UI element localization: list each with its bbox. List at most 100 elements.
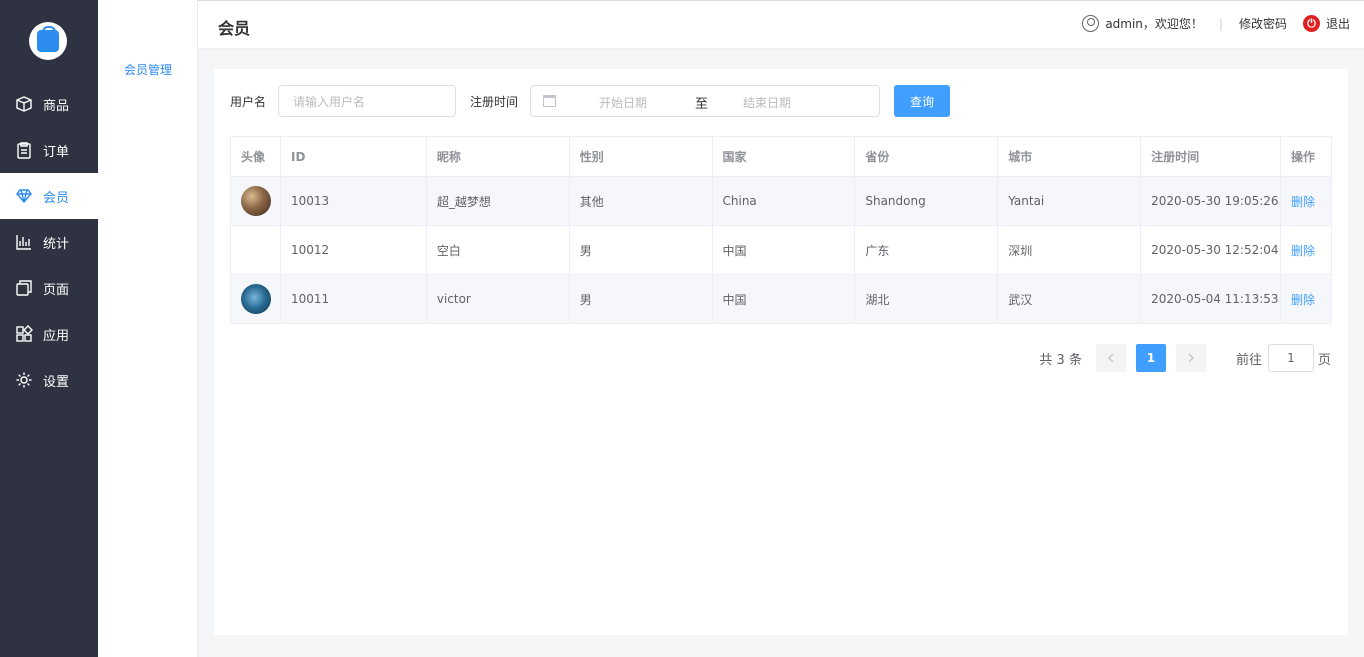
delete-link[interactable]: 删除: [1291, 195, 1315, 209]
country-cell: 中国: [711, 274, 856, 324]
goto-page-input[interactable]: 1: [1267, 344, 1314, 372]
column-header-action: 操作: [1279, 136, 1333, 177]
total-count: 共 3 条: [1039, 352, 1082, 368]
action-cell: 删除: [1279, 274, 1333, 324]
main-sidebar: 商品 订单 会员 统计 页面 应用 设置: [0, 0, 98, 657]
country-cell: 中国: [711, 225, 856, 275]
top-header: 会员 admin，欢迎您！ | 修改密码 ⏻ 退出: [198, 0, 1364, 49]
box-icon: [15, 95, 33, 113]
table-row: 10013 超_越梦想 其他 China Shandong Yantai 202…: [230, 176, 1333, 226]
chevron-left-icon: [1107, 353, 1114, 363]
column-header-nickname: 昵称: [425, 136, 570, 177]
delete-link[interactable]: 删除: [1291, 244, 1315, 258]
header-actions: admin，欢迎您！ | 修改密码 ⏻ 退出: [1082, 15, 1350, 32]
gender-cell: 男: [568, 274, 713, 324]
sidebar-item-label: 会员: [43, 190, 70, 206]
sidebar-item-members[interactable]: 会员: [0, 173, 98, 219]
id-cell: 10011: [279, 274, 427, 324]
country-cell: China: [711, 176, 856, 226]
range-separator: 至: [695, 97, 709, 112]
gender-cell: 其他: [568, 176, 713, 226]
column-header-city: 城市: [997, 136, 1142, 177]
diamond-icon: [15, 187, 33, 205]
pages-icon: [15, 279, 33, 297]
nickname-cell: 超_越梦想: [425, 176, 570, 226]
apps-grid-icon: [15, 325, 33, 343]
app-logo[interactable]: [29, 22, 67, 60]
nickname-cell: victor: [425, 274, 570, 324]
date-range-picker[interactable]: 开始日期 至 结束日期: [530, 85, 881, 117]
avatar-cell: [230, 274, 281, 324]
query-button[interactable]: 查询: [894, 85, 951, 117]
change-password-link[interactable]: 修改密码: [1239, 15, 1287, 32]
action-cell: 删除: [1279, 225, 1333, 275]
sidebar-item-stats[interactable]: 统计: [0, 219, 98, 265]
welcome-text: admin，欢迎您！: [1105, 17, 1203, 31]
username-placeholder: 请输入用户名: [293, 94, 366, 109]
sidebar-item-products[interactable]: 商品: [0, 81, 98, 127]
province-cell: 广东: [854, 225, 999, 275]
avatar: [241, 284, 271, 314]
table-header-row: 头像 ID 昵称 性别 国家 省份 城市 注册时间 操作: [230, 136, 1333, 177]
secondary-sidebar: 会员管理: [98, 0, 198, 657]
header-divider: |: [1218, 16, 1223, 31]
goto-label: 前往: [1235, 352, 1262, 368]
regtime-cell: 2020-05-30 12:52:04: [1140, 225, 1281, 275]
table-row: 10011 victor 男 中国 湖北 武汉 2020-05-04 11:13…: [230, 274, 1333, 324]
regtime-cell: 2020-05-04 11:13:53: [1140, 274, 1281, 324]
sidebar-item-label: 页面: [43, 282, 70, 298]
sidebar-item-apps[interactable]: 应用: [0, 311, 98, 357]
main-nav: 商品 订单 会员 统计 页面 应用 设置: [0, 81, 98, 403]
logout-link[interactable]: 退出: [1326, 15, 1350, 32]
members-table: 头像 ID 昵称 性别 国家 省份 城市 注册时间 操作 10013 超_越梦想…: [230, 136, 1333, 324]
city-cell: 深圳: [997, 225, 1142, 275]
sidebar-item-pages[interactable]: 页面: [0, 265, 98, 311]
chevron-right-icon: [1188, 353, 1194, 363]
sidebar-item-label: 应用: [43, 328, 70, 344]
subnav-item-member-management[interactable]: 会员管理: [124, 61, 172, 78]
column-header-avatar: 头像: [230, 136, 281, 177]
start-date-input[interactable]: 开始日期: [599, 94, 647, 111]
sidebar-item-orders[interactable]: 订单: [0, 127, 98, 173]
sidebar-item-settings[interactable]: 设置: [0, 357, 98, 403]
column-header-id: ID: [279, 136, 427, 177]
regtime-label: 注册时间: [470, 94, 519, 109]
user-icon: [1082, 15, 1100, 32]
gender-cell: 男: [568, 225, 713, 275]
action-cell: 删除: [1279, 176, 1333, 226]
nickname-cell: 空白: [425, 225, 570, 275]
city-cell: 武汉: [997, 274, 1142, 324]
bar-chart-icon: [15, 233, 33, 251]
id-cell: 10013: [279, 176, 427, 226]
avatar: [241, 186, 271, 216]
prev-page-button[interactable]: [1095, 344, 1126, 372]
gear-icon: [15, 371, 33, 389]
page-number-button[interactable]: 1: [1135, 344, 1166, 372]
table-row: 10012 空白 男 中国 广东 深圳 2020-05-30 12:52:04 …: [230, 225, 1333, 275]
sidebar-item-label: 统计: [43, 236, 70, 252]
delete-link[interactable]: 删除: [1291, 293, 1315, 307]
city-cell: Yantai: [997, 176, 1142, 226]
next-page-button[interactable]: [1175, 344, 1206, 372]
username-input[interactable]: 请输入用户名: [278, 85, 457, 117]
id-cell: 10012: [279, 225, 427, 275]
sidebar-item-label: 设置: [43, 374, 70, 390]
pagination: 共 3 条 1 前往 1 页: [1039, 344, 1331, 372]
avatar-cell: [230, 176, 281, 226]
content-card: 用户名 请输入用户名 注册时间 开始日期 至 结束日期 查询 头像 ID 昵称 …: [214, 69, 1348, 635]
calendar-icon: [543, 95, 557, 107]
end-date-input[interactable]: 结束日期: [743, 94, 791, 111]
sidebar-item-label: 订单: [43, 144, 70, 160]
column-header-regtime: 注册时间: [1140, 136, 1281, 177]
regtime-cell: 2020-05-30 19:05:26: [1140, 176, 1281, 226]
page-suffix: 页: [1317, 352, 1331, 368]
filter-bar: 用户名 请输入用户名 注册时间 开始日期 至 结束日期 查询: [230, 85, 951, 117]
page-title: 会员: [218, 19, 251, 38]
column-header-country: 国家: [711, 136, 856, 177]
avatar-cell: [230, 225, 281, 275]
username-label: 用户名: [230, 94, 267, 109]
column-header-province: 省份: [854, 136, 999, 177]
power-icon[interactable]: ⏻: [1302, 15, 1320, 32]
sidebar-item-label: 商品: [43, 98, 70, 114]
clipboard-icon: [15, 141, 33, 159]
